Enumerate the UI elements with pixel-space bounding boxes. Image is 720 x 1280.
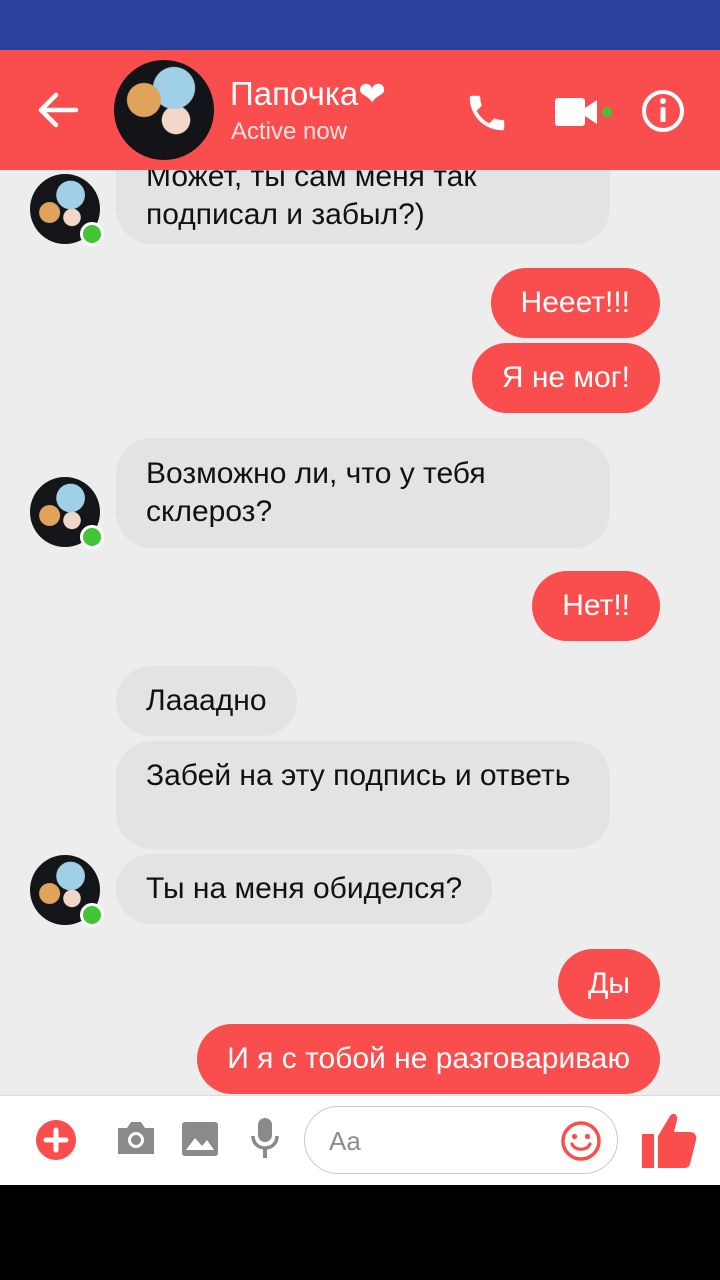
navigation-bar <box>0 1185 720 1280</box>
message-list[interactable]: Может, ты сам меня так подписал и забыл?… <box>0 170 720 1095</box>
voice-button[interactable] <box>250 1116 280 1160</box>
message-text: И я с тобой не разговариваю <box>227 1042 630 1075</box>
chat-header: Папочка❤ Active now <box>0 50 720 170</box>
message-composer <box>0 1095 720 1186</box>
image-icon <box>182 1122 218 1156</box>
info-icon <box>642 90 684 132</box>
contact-avatar-small[interactable] <box>30 174 104 246</box>
info-button[interactable] <box>640 88 686 134</box>
emoji-button[interactable] <box>559 1119 603 1163</box>
back-button[interactable] <box>36 92 80 128</box>
microphone-icon <box>251 1118 279 1158</box>
online-indicator <box>80 525 104 549</box>
message-text: Лааадно <box>146 684 267 717</box>
plus-icon <box>36 1120 76 1160</box>
message-text: Нееет!!! <box>520 286 630 319</box>
message-text: Возможно ли, что у тебя склероз? <box>146 457 486 528</box>
contact-avatar-small[interactable] <box>30 855 104 927</box>
contact-name[interactable]: Папочка❤ <box>230 74 386 113</box>
outgoing-message[interactable]: Я не мог! <box>471 343 660 413</box>
online-indicator <box>80 903 104 927</box>
message-text: Может, ты сам меня так подписал и забыл?… <box>146 170 477 231</box>
contact-status: Active now <box>231 118 348 145</box>
message-text: Забей на эту подпись и ответь <box>146 759 571 792</box>
contact-avatar[interactable] <box>114 60 214 160</box>
message-input[interactable] <box>327 1121 551 1161</box>
message-text: Ды <box>588 967 630 1000</box>
incoming-message[interactable]: Может, ты сам меня так подписал и забыл?… <box>116 170 610 244</box>
status-bar <box>0 0 720 50</box>
phone-icon <box>469 95 505 131</box>
video-camera-icon <box>555 98 612 126</box>
incoming-message[interactable]: Забей на эту подпись и ответь <box>116 741 610 849</box>
incoming-message[interactable]: Возможно ли, что у тебя склероз? <box>116 438 610 548</box>
like-button[interactable] <box>640 1110 698 1170</box>
more-actions-button[interactable] <box>34 1118 78 1162</box>
message-text: Нет!! <box>562 589 630 622</box>
contact-avatar-small[interactable] <box>30 477 104 549</box>
message-text: Ты на меня обиделся? <box>146 872 463 905</box>
camera-icon <box>118 1122 154 1154</box>
message-text: Я не мог! <box>501 361 630 394</box>
camera-button[interactable] <box>114 1118 158 1158</box>
gallery-button[interactable] <box>180 1120 220 1158</box>
call-button[interactable] <box>464 90 510 136</box>
outgoing-message[interactable]: Нет!! <box>532 571 660 641</box>
outgoing-message[interactable]: И я с тобой не разговариваю <box>197 1024 660 1094</box>
incoming-message[interactable]: Ты на меня обиделся? <box>116 854 493 924</box>
incoming-message[interactable]: Лааадно <box>116 666 297 736</box>
video-call-button[interactable] <box>553 94 615 130</box>
arrow-left-icon <box>38 92 79 128</box>
online-indicator <box>80 222 104 246</box>
thumbs-up-icon <box>642 1113 697 1168</box>
message-input-wrap <box>304 1106 618 1174</box>
emoji-icon <box>561 1121 601 1161</box>
outgoing-message[interactable]: Ды <box>558 949 660 1019</box>
outgoing-message[interactable]: Нееет!!! <box>490 268 660 338</box>
